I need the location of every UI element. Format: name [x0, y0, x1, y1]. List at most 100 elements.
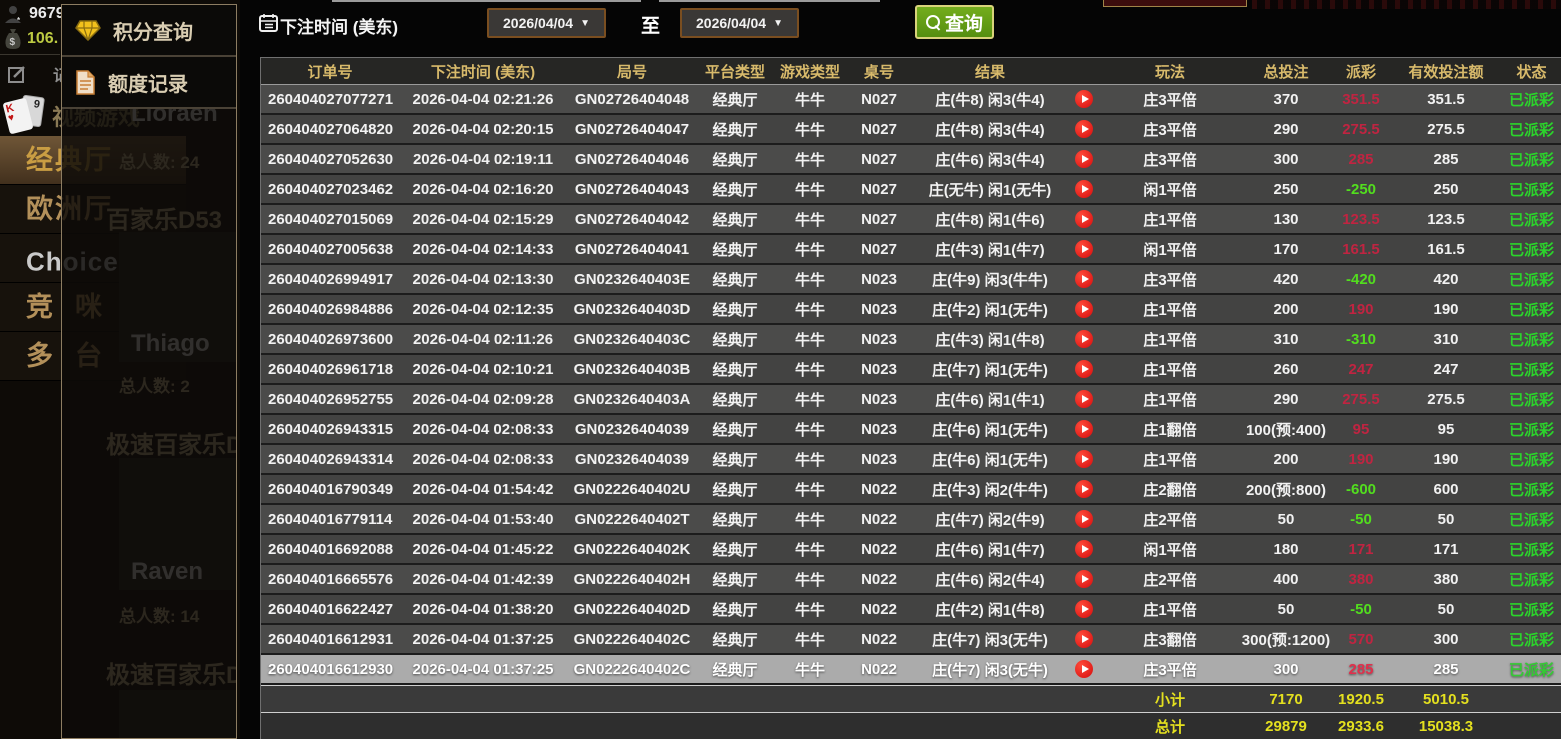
- sidebar-divider: [0, 54, 60, 55]
- cell-game-type: 牛牛: [773, 419, 847, 440]
- table-row[interactable]: 260404016665576 2026-04-04 01:42:39 GN02…: [261, 565, 1561, 595]
- cell-play-method: 闲1平倍: [1099, 239, 1241, 260]
- header-bet-time: 下注时间 (美东): [399, 61, 567, 82]
- cell-play-method: 庄3平倍: [1099, 89, 1241, 110]
- online-members-stat: * 9679: [4, 4, 65, 24]
- replay-button[interactable]: [1075, 540, 1093, 558]
- menu-item-quota-record[interactable]: 额度记录: [62, 57, 236, 109]
- cell-table-no: N027: [847, 181, 911, 198]
- table-row[interactable]: 260404026984886 2026-04-04 02:12:35 GN02…: [261, 295, 1561, 325]
- query-toolbar: 下注时间 (美东) 2026/04/04▼ 至 2026/04/04▼ 查询: [240, 0, 1561, 48]
- cell-game-type: 牛牛: [773, 659, 847, 680]
- replay-button[interactable]: [1075, 660, 1093, 678]
- date-from-select[interactable]: 2026/04/04▼: [487, 8, 606, 38]
- cell-order-id: 260404027077271: [261, 91, 399, 108]
- replay-button[interactable]: [1075, 510, 1093, 528]
- replay-button[interactable]: [1075, 390, 1093, 408]
- cell-table-no: N022: [847, 481, 911, 498]
- table-row[interactable]: 260404016622427 2026-04-04 01:38:20 GN02…: [261, 595, 1561, 625]
- cell-play-method: 庄1平倍: [1099, 449, 1241, 470]
- cell-platform-type: 经典厅: [697, 599, 773, 620]
- cell-order-id: 260404026943315: [261, 421, 399, 438]
- replay-button[interactable]: [1075, 570, 1093, 588]
- cell-valid-bet: 95: [1391, 421, 1501, 438]
- replay-button[interactable]: [1075, 330, 1093, 348]
- cell-game-type: 牛牛: [773, 299, 847, 320]
- replay-button[interactable]: [1075, 480, 1093, 498]
- table-row[interactable]: 260404027005638 2026-04-04 02:14:33 GN02…: [261, 235, 1561, 265]
- cell-result: 庄(牛2) 闲1(无牛): [911, 299, 1069, 320]
- replay-button[interactable]: [1075, 450, 1093, 468]
- play-icon: [1082, 305, 1089, 313]
- date-to-select[interactable]: 2026/04/04▼: [680, 8, 799, 38]
- cell-status: 已派彩: [1501, 269, 1561, 290]
- replay-button[interactable]: [1075, 120, 1093, 138]
- table-row[interactable]: 260404026943314 2026-04-04 02:08:33 GN02…: [261, 445, 1561, 475]
- table-row[interactable]: 260404016612931 2026-04-04 01:37:25 GN02…: [261, 625, 1561, 655]
- grand-total-payout: 2933.6: [1331, 718, 1391, 735]
- cell-bet-time: 2026-04-04 02:15:29: [399, 211, 567, 228]
- replay-button[interactable]: [1075, 300, 1093, 318]
- play-icon: [1082, 215, 1089, 223]
- table-row[interactable]: 260404026961718 2026-04-04 02:10:21 GN02…: [261, 355, 1561, 385]
- replay-button[interactable]: [1075, 270, 1093, 288]
- table-row[interactable]: 260404026943315 2026-04-04 02:08:33 GN02…: [261, 415, 1561, 445]
- cell-payout: 275.5: [1331, 121, 1391, 138]
- cell-status: 已派彩: [1501, 479, 1561, 500]
- cell-status: 已派彩: [1501, 419, 1561, 440]
- query-button-label: 查询: [945, 9, 983, 36]
- cell-table-no: N023: [847, 301, 911, 318]
- replay-button[interactable]: [1075, 150, 1093, 168]
- cell-status: 已派彩: [1501, 569, 1561, 590]
- replay-button[interactable]: [1075, 600, 1093, 618]
- cell-round-id: GN02726404048: [567, 91, 697, 108]
- replay-button[interactable]: [1075, 420, 1093, 438]
- table-row[interactable]: 260404027064820 2026-04-04 02:20:15 GN02…: [261, 115, 1561, 145]
- replay-button[interactable]: [1075, 630, 1093, 648]
- cell-valid-bet: 275.5: [1391, 391, 1501, 408]
- play-icon: [1082, 95, 1089, 103]
- table-row[interactable]: 260404026952755 2026-04-04 02:09:28 GN02…: [261, 385, 1561, 415]
- cell-play-method: 庄1平倍: [1099, 389, 1241, 410]
- magnifier-icon: [926, 15, 941, 30]
- replay-button[interactable]: [1075, 180, 1093, 198]
- table-row[interactable]: 260404026994917 2026-04-04 02:13:30 GN02…: [261, 265, 1561, 295]
- table-row[interactable]: 260404016612930 2026-04-04 01:37:25 GN02…: [261, 655, 1561, 685]
- edit-icon[interactable]: [8, 65, 27, 84]
- cell-valid-bet: 310: [1391, 331, 1501, 348]
- table-row[interactable]: 260404027052630 2026-04-04 02:19:11 GN02…: [261, 145, 1561, 175]
- table-row[interactable]: 260404016692088 2026-04-04 01:45:22 GN02…: [261, 535, 1561, 565]
- replay-button[interactable]: [1075, 90, 1093, 108]
- table-row[interactable]: 260404027077271 2026-04-04 02:21:26 GN02…: [261, 85, 1561, 115]
- cell-status: 已派彩: [1501, 659, 1561, 680]
- header-game-type: 游戏类型: [773, 61, 847, 82]
- cell-round-id: GN0222640402C: [567, 661, 697, 678]
- table-row[interactable]: 260404016790349 2026-04-04 01:54:42 GN02…: [261, 475, 1561, 505]
- cell-platform-type: 经典厅: [697, 239, 773, 260]
- replay-button[interactable]: [1075, 360, 1093, 378]
- cell-valid-bet: 275.5: [1391, 121, 1501, 138]
- query-button[interactable]: 查询: [915, 5, 994, 39]
- cell-game-type: 牛牛: [773, 389, 847, 410]
- cell-order-id: 260404016779114: [261, 511, 399, 528]
- cell-result: 庄(牛3) 闲1(牛8): [911, 329, 1069, 350]
- cell-result: 庄(牛8) 闲3(牛4): [911, 119, 1069, 140]
- cell-order-id: 260404026973600: [261, 331, 399, 348]
- table-row[interactable]: 260404027015069 2026-04-04 02:15:29 GN02…: [261, 205, 1561, 235]
- table-row[interactable]: 260404026973600 2026-04-04 02:11:26 GN02…: [261, 325, 1561, 355]
- cell-valid-bet: 285: [1391, 151, 1501, 168]
- header-order-id: 订单号: [261, 61, 399, 82]
- moneybag-icon: $: [4, 28, 22, 50]
- cell-total-bet: 370: [1241, 91, 1331, 108]
- replay-button[interactable]: [1075, 210, 1093, 228]
- table-row[interactable]: 260404016779114 2026-04-04 01:53:40 GN02…: [261, 505, 1561, 535]
- cell-play-method: 庄3平倍: [1099, 269, 1241, 290]
- cell-result: 庄(牛9) 闲3(牛牛): [911, 269, 1069, 290]
- table-row[interactable]: 260404027023462 2026-04-04 02:16:20 GN02…: [261, 175, 1561, 205]
- menu-item-points-query[interactable]: 积分查询: [62, 5, 236, 57]
- play-icon: [1082, 425, 1089, 433]
- cell-status: 已派彩: [1501, 209, 1561, 230]
- cell-payout: 351.5: [1331, 91, 1391, 108]
- grand-total-valid-bet: 15038.3: [1391, 718, 1501, 735]
- replay-button[interactable]: [1075, 240, 1093, 258]
